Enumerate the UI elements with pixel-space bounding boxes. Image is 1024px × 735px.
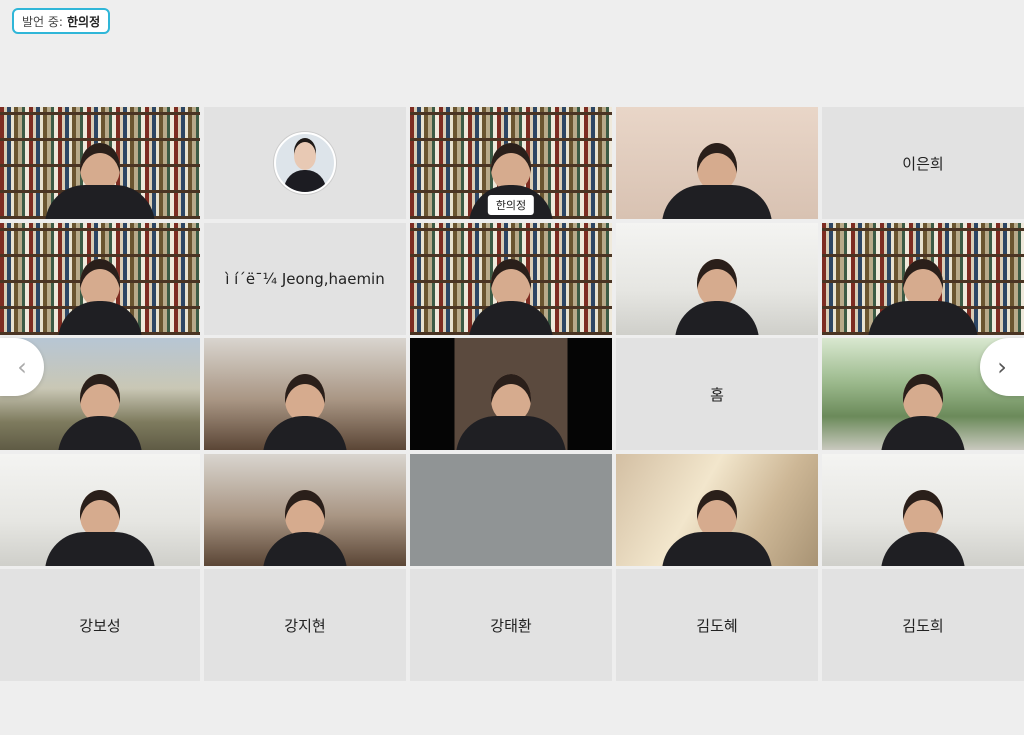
participant-tile[interactable]: 김도희 (822, 569, 1024, 681)
active-speaker-badge: 발언 중: 한의정 (12, 8, 111, 34)
participant-tile[interactable]: 강태환 (410, 569, 612, 681)
participant-tile[interactable] (204, 338, 406, 450)
participant-tile[interactable] (616, 453, 818, 566)
participant-silhouette (662, 489, 772, 566)
participant-name: 강지현 (284, 616, 326, 635)
participant-tile[interactable]: 강보성 (0, 569, 200, 681)
participant-tile[interactable]: 강지현 (204, 569, 406, 681)
participant-tile[interactable]: 한의정 (410, 107, 612, 219)
participant-tile[interactable] (616, 107, 818, 219)
participant-silhouette (45, 489, 155, 566)
participant-name: 강보성 (79, 616, 121, 635)
participant-silhouette (45, 143, 155, 219)
participant-tile[interactable] (616, 222, 818, 335)
participant-silhouette (469, 258, 553, 335)
participant-silhouette (58, 258, 142, 335)
participant-tile[interactable] (410, 222, 612, 335)
participant-tile[interactable] (204, 453, 406, 566)
participant-tile[interactable] (0, 107, 200, 219)
participant-silhouette (456, 374, 566, 450)
participant-tile[interactable] (204, 107, 406, 219)
video-feed (410, 453, 612, 566)
participant-silhouette (675, 258, 759, 335)
chevron-right-icon: › (997, 353, 1007, 381)
participant-grid: 한의정 이은희 ì í´ë¯¼ Jeong,haemin 홈강보성 강지현 강태환 김도혜 김… (0, 107, 1024, 681)
participant-name: 강태환 (490, 616, 532, 635)
participant-tile[interactable] (0, 453, 200, 566)
participant-silhouette (868, 258, 978, 335)
speaker-name: 한의정 (66, 14, 101, 29)
participant-silhouette (881, 489, 965, 566)
participant-tile[interactable]: 김도혜 (616, 569, 818, 681)
participant-silhouette (263, 489, 347, 566)
participant-tile[interactable] (822, 222, 1024, 335)
participant-silhouette (662, 143, 772, 219)
participant-tile[interactable]: 홈 (616, 338, 818, 450)
participant-tile[interactable] (822, 453, 1024, 566)
participant-tile[interactable] (410, 338, 612, 450)
participant-silhouette (881, 374, 965, 450)
participant-tile[interactable]: ì í´ë¯¼ Jeong,haemin (204, 222, 406, 335)
participant-name: 이은희 (902, 154, 944, 173)
speaker-label: 발언 중: (22, 14, 63, 29)
participant-tile[interactable]: 이은희 (822, 107, 1024, 219)
profile-avatar (274, 132, 336, 194)
participant-silhouette (58, 374, 142, 450)
participant-name: ì í´ë¯¼ Jeong,haemin (225, 269, 385, 288)
participant-tile[interactable] (410, 453, 612, 566)
participant-name: 김도희 (902, 616, 944, 635)
participant-name: 김도혜 (696, 616, 738, 635)
participant-tile[interactable] (0, 222, 200, 335)
participant-name: 홈 (710, 385, 724, 404)
participant-silhouette (263, 374, 347, 450)
chevron-left-icon: ‹ (17, 353, 27, 381)
participant-name-chip: 한의정 (487, 195, 535, 215)
